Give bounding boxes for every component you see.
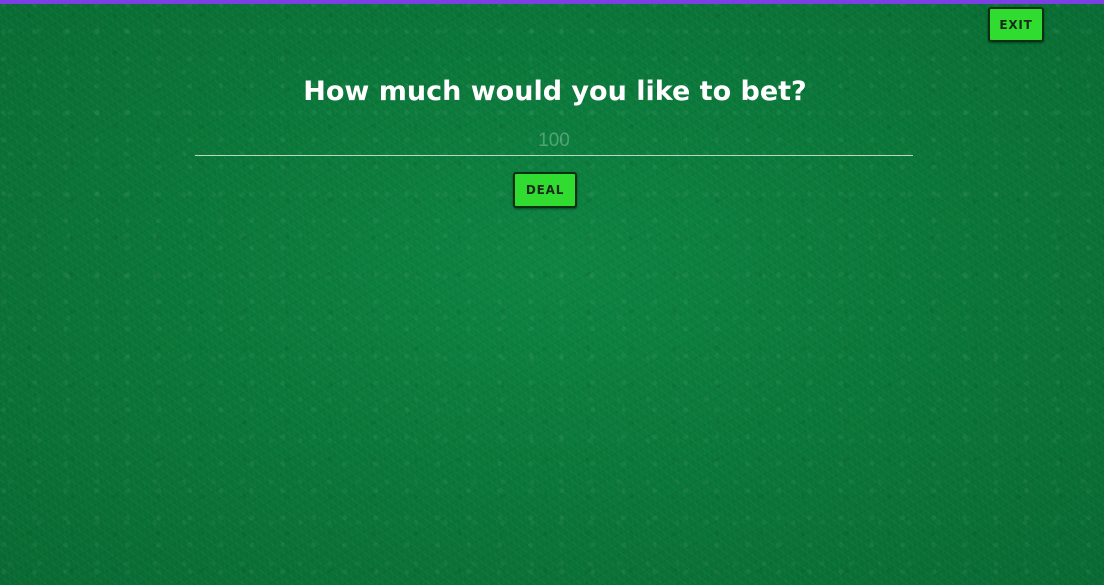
bet-amount-input[interactable] bbox=[195, 126, 913, 156]
bet-prompt-heading: How much would you like to bet? bbox=[303, 76, 807, 107]
deal-button[interactable]: DEAL bbox=[513, 172, 577, 208]
exit-button[interactable]: EXIT bbox=[988, 7, 1044, 42]
top-accent-bar bbox=[0, 0, 1104, 4]
